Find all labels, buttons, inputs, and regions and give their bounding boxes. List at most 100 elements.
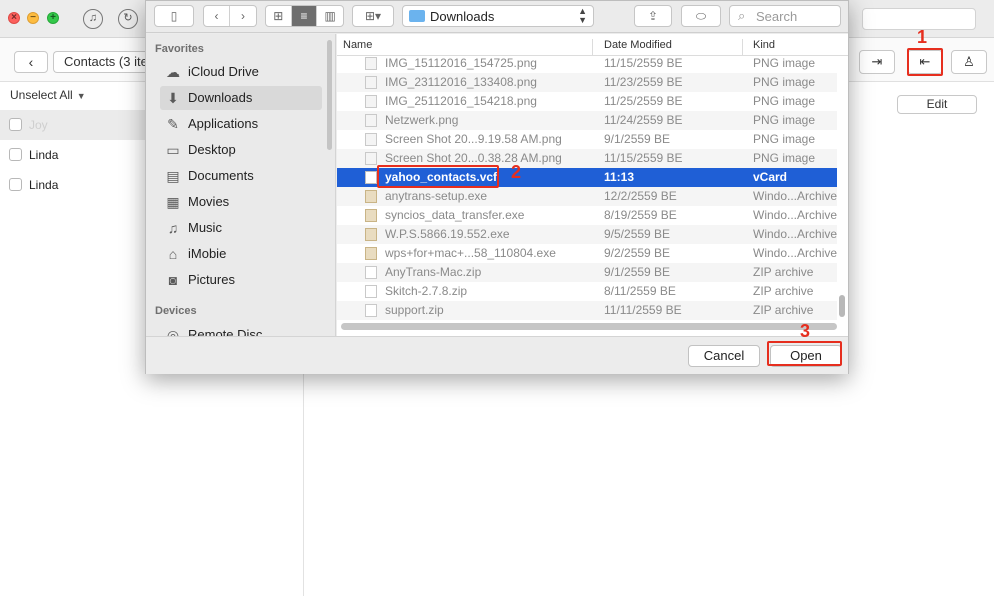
contact-name: Joy [29,118,48,132]
close-window-button[interactable]: × [8,12,20,24]
download-icon: ⬇ [167,90,179,106]
sidebar-item[interactable]: ⌂ iMobie [160,242,322,266]
view-mode-control: ⊞ ≡ ▥ [265,5,344,27]
pictures-icon: ◙ [168,272,178,288]
file-list-header: Name Date Modified Kind [337,34,848,56]
disc-icon: ◎ [166,327,180,336]
column-name-header[interactable]: Name [343,39,372,51]
file-row[interactable]: Skitch-2.7.8.zip 8/11/2559 BE ZIP archive [337,282,837,301]
file-row[interactable]: IMG_25112016_154218.png 11/25/2559 BE PNG … [337,92,837,111]
file-date-modified: 9/1/2559 BE [604,265,671,279]
dialog-sidebar: Favorites ☁ iCloud Drive ⬇ Downloads ✎ Applic… [146,34,336,336]
step-3-marker: 3 [800,321,811,341]
desktop-icon: ▭ [166,142,180,158]
dialog-search-field[interactable]: ⌕ [729,5,841,27]
location-popup[interactable]: Downloads ▲ ▼ [402,5,594,27]
file-date-modified: 11/15/2559 BE [604,56,683,70]
sidebar-item[interactable]: ☁ iCloud Drive [160,60,322,84]
file-row[interactable]: anytrans-setup.exe 12/2/2559 BE Windo...Ar… [337,187,837,206]
contact-checkbox[interactable] [9,118,22,131]
share-icon: ⇪ [647,9,659,23]
file-row[interactable]: support.zip 11/11/2559 BE ZIP archive [337,301,837,320]
sidebar-item[interactable]: ♫ Music [160,216,322,240]
step-2-highlight [377,165,499,188]
exe-file-icon [365,247,377,260]
file-kind: Windo...Archive [753,227,837,241]
step-1-marker: 1 [917,27,928,47]
file-row[interactable]: syncios_data_transfer.exe 8/19/2559 BE Win… [337,206,837,225]
file-row[interactable]: IMG_23112016_133408.png 11/23/2559 BE PNG … [337,73,837,92]
step-1-highlight [907,48,943,76]
file-row[interactable]: AnyTrans-Mac.zip 9/1/2559 BE ZIP archive [337,263,837,282]
forward-nav-button[interactable]: › [230,6,256,26]
file-row[interactable]: wps+for+mac+...58_110804.exe 9/2/2559 BE W… [337,244,837,263]
column-kind-header[interactable]: Kind [753,39,775,51]
file-row[interactable]: Screen Shot 20...9.19.58 AM.png 9/1/2559 … [337,130,837,149]
horizontal-scrollbar[interactable] [341,323,837,330]
contacts-category-dropdown[interactable]: Contacts (3 items) [53,51,149,73]
contact-checkbox[interactable] [9,178,22,191]
tag-icon: ⬭ [695,9,707,23]
zoom-icon: + [50,12,56,23]
file-name: W.P.S.5866.19.552.exe [385,227,510,241]
vertical-scrollbar[interactable] [839,295,845,317]
sidebar-item[interactable]: ▦ Movies [160,190,322,214]
arrange-button[interactable]: ⊞▾ [352,5,394,27]
close-icon: × [11,12,17,23]
itunes-button[interactable]: ♫ [83,9,103,29]
contact-name: Linda [29,148,59,162]
file-kind: PNG image [753,151,816,165]
column-view-button[interactable]: ▥ [317,6,343,26]
movies-icon: ▦ [166,194,180,210]
minimize-window-button[interactable]: − [27,12,39,24]
sidebar-item[interactable]: ◙ Pictures [160,268,322,292]
new-contact-button[interactable]: ♙ [951,50,987,74]
file-kind: PNG image [753,75,816,89]
unselect-all-dropdown[interactable]: Unselect All ▼ [10,88,86,102]
cloud-icon: ☁ [166,64,180,80]
share-button[interactable]: ⇪ [634,5,672,27]
sidebar-item[interactable]: ⬇ Downloads [160,86,322,110]
sidebar-item[interactable]: ▤ Documents [160,164,322,188]
zoom-window-button[interactable]: + [47,12,59,24]
file-name: syncios_data_transfer.exe [385,208,525,222]
file-date-modified: 11/15/2559 BE [604,151,683,165]
file-row[interactable]: IMG_15112016_154725.png 11/15/2559 BE PNG … [337,54,837,73]
png-file-icon [365,114,377,127]
unselect-all-label: Unselect All [10,88,73,102]
grid-icon: ⊞▾ [364,9,382,23]
cancel-button[interactable]: Cancel [688,345,760,367]
file-date-modified: 12/2/2559 BE [604,189,677,203]
file-date-modified: 8/11/2559 BE [604,284,676,298]
refresh-button[interactable]: ↻ [118,9,138,29]
icon-view-button[interactable]: ⊞ [266,6,292,26]
file-date-modified: 9/1/2559 BE [604,132,671,146]
search-icon: ⌕ [738,8,746,23]
file-kind: Windo...Archive [753,208,837,222]
png-file-icon [365,133,377,146]
back-nav-button[interactable]: ‹ [204,6,230,26]
file-row[interactable]: W.P.S.5866.19.552.exe 9/5/2559 BE Windo...… [337,225,837,244]
file-kind: Windo...Archive [753,189,837,203]
sidebar-scrollbar[interactable] [327,40,332,150]
file-row[interactable]: Netzwerk.png 11/24/2559 BE PNG image [337,111,837,130]
import-to-device-button[interactable]: ⇥ [859,50,895,74]
toggle-sidebar-button[interactable]: ▯ [154,5,194,27]
file-kind: ZIP archive [753,284,814,298]
back-button[interactable]: ‹ [14,51,48,73]
person-icon: ♙ [963,54,975,69]
edit-button[interactable]: Edit [897,95,977,114]
search-input[interactable] [756,8,838,24]
contact-checkbox[interactable] [9,148,22,161]
sidebar-item[interactable]: ◎ Remote Disc [160,323,322,336]
sidebar-item[interactable]: ▭ Desktop [160,138,322,162]
back-forward-control: ‹ › [203,5,257,27]
list-view-button[interactable]: ≡ [291,6,318,26]
home-icon: ⌂ [168,246,178,262]
sidebar-item[interactable]: ✎ Applications [160,112,322,136]
column-date-header[interactable]: Date Modified [604,39,672,51]
sidebar-item-label: Music [188,220,222,235]
file-kind: PNG image [753,132,816,146]
png-file-icon [365,152,377,165]
tags-button[interactable]: ⬭ [681,5,721,27]
